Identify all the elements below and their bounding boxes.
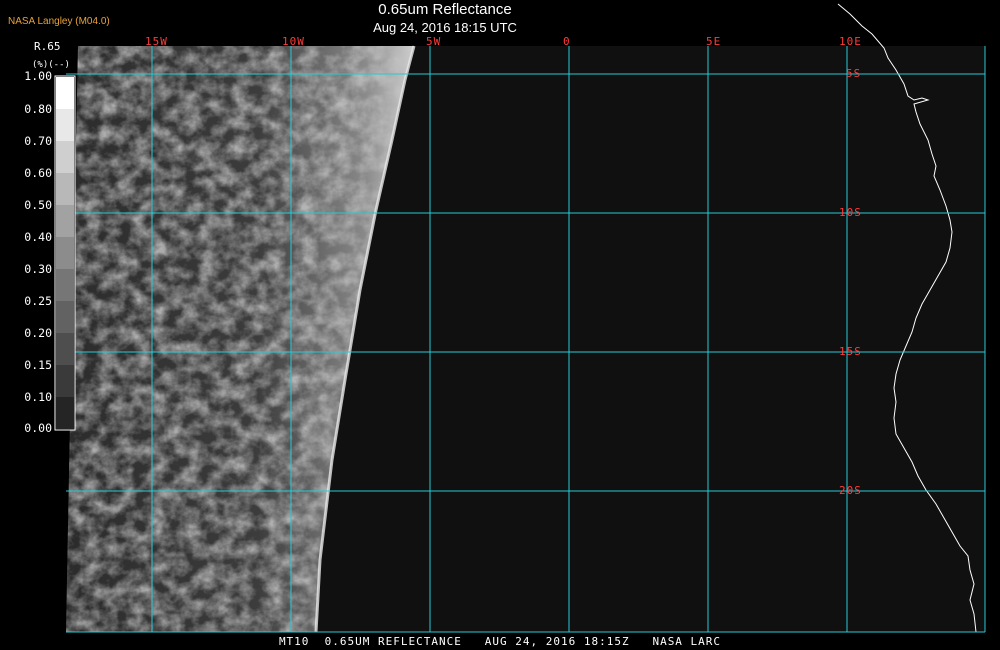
legend-title: R.65 xyxy=(34,40,61,53)
lat-label-10s: 10S xyxy=(839,206,862,219)
lon-label-10w: 10W xyxy=(282,35,305,48)
lon-label-5e: 5E xyxy=(706,35,722,48)
legend-tick: 0.25 xyxy=(24,294,52,308)
lon-label-15w: 15W xyxy=(145,35,168,48)
legend-tick: 0.80 xyxy=(24,102,52,116)
lon-label-0: 0 xyxy=(563,35,571,48)
lat-label-5s: 5S xyxy=(846,67,862,80)
legend-tick: 0.60 xyxy=(24,166,52,180)
satellite-map xyxy=(0,0,1000,650)
legend-tick: 0.40 xyxy=(24,230,52,244)
lon-label-10e: 10E xyxy=(839,35,862,48)
legend-colorbar xyxy=(54,75,76,431)
lon-label-5w: 5W xyxy=(426,35,442,48)
legend-tick: 0.70 xyxy=(24,134,52,148)
legend-tick: 0.30 xyxy=(24,262,52,276)
legend-tick: 0.50 xyxy=(24,198,52,212)
legend-tick: 0.00 xyxy=(24,421,52,435)
lat-label-20s: 20S xyxy=(839,484,862,497)
map-subtitle: Aug 24, 2016 18:15 UTC xyxy=(373,20,517,35)
legend-tick: 1.00 xyxy=(24,69,52,83)
map-title: 0.65um Reflectance xyxy=(378,1,512,18)
legend-tick: 0.20 xyxy=(24,326,52,340)
footer-caption: MT10 0.65UM REFLECTANCE AUG 24, 2016 18:… xyxy=(278,635,722,648)
legend-tick: 0.10 xyxy=(24,390,52,404)
lat-label-15s: 15S xyxy=(839,345,862,358)
legend-tick: 0.15 xyxy=(24,358,52,372)
